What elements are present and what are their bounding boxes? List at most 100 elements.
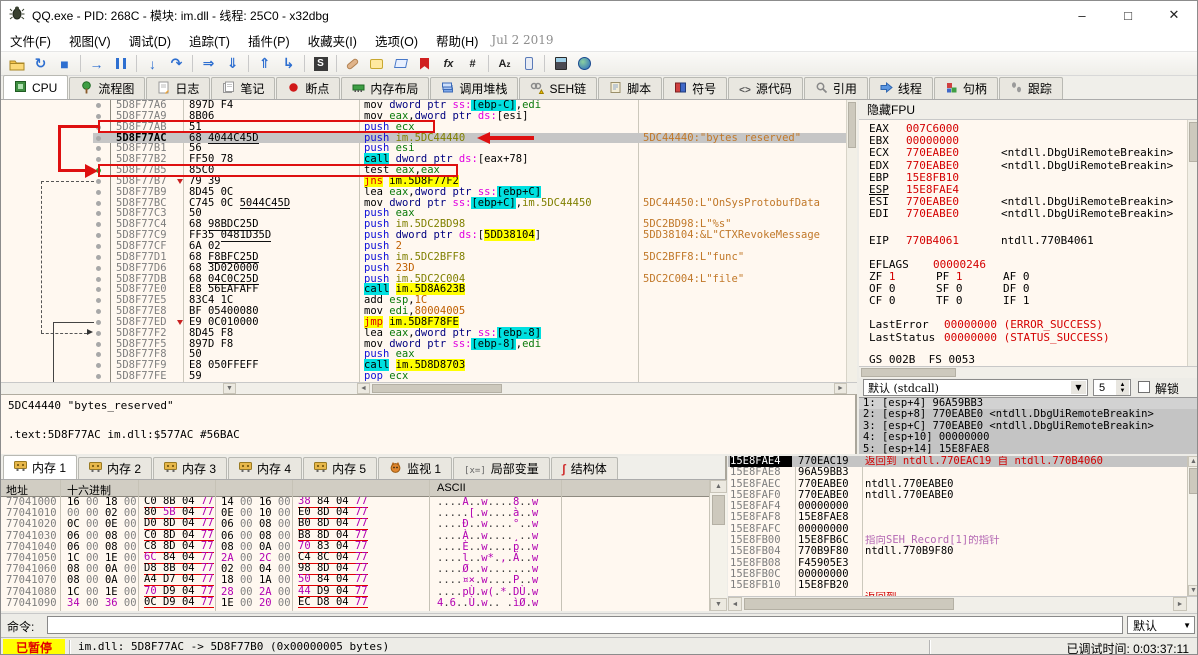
tab-threads[interactable]: 线程 xyxy=(868,77,933,99)
dump-tab-mem[interactable]: 内存 3 xyxy=(153,457,228,479)
row-dot[interactable] xyxy=(96,157,101,163)
toolbar-internet-button[interactable] xyxy=(573,53,596,75)
stack-row[interactable]: 15E8FAFC 00000000 xyxy=(728,523,1187,535)
stack-argument-row[interactable]: 5: [esp+14] 15E8FAE8 xyxy=(859,443,1197,454)
toolbar-run-user-code-button[interactable]: ↳ xyxy=(277,53,300,75)
disassembly-hscrollbar[interactable]: ▼ ◄ ► xyxy=(1,382,857,394)
disassembly-vscrollbar[interactable] xyxy=(846,100,857,382)
row-dot[interactable] xyxy=(96,374,101,380)
menu-item-p[interactable]: 插件(P) xyxy=(239,29,299,52)
stack-row[interactable]: 15E8FB04 770B9F80 ntdll.770B9F80 xyxy=(728,546,1187,558)
toolbar-label-button[interactable] xyxy=(389,53,412,75)
tab-trace[interactable]: 跟踪 xyxy=(998,77,1063,99)
maximize-button[interactable]: □ xyxy=(1105,1,1151,29)
menu-item-o[interactable]: 选项(O) xyxy=(366,29,427,52)
scroll-thumb[interactable] xyxy=(861,368,956,377)
row-dot[interactable] xyxy=(96,298,101,304)
toolbar-bookmark-button[interactable] xyxy=(413,53,436,75)
row-dot[interactable] xyxy=(96,211,101,217)
chevron-down-icon[interactable]: ▼ xyxy=(1071,381,1086,394)
dump-tab-watch[interactable]: 监视 1 xyxy=(378,457,453,479)
row-dot[interactable] xyxy=(96,113,101,119)
stack-row[interactable]: 15E8FAF0 770EABE0 ntdll.770EABE0 xyxy=(728,489,1187,501)
tab-bp[interactable]: 断点 xyxy=(276,77,341,99)
stack-hscrollbar[interactable]: ◄ ► xyxy=(728,596,1197,611)
flag-cell[interactable]: IF 1 xyxy=(1003,295,1070,307)
scroll-up-button[interactable]: ▲ xyxy=(1188,456,1197,467)
command-profile-select[interactable]: 默认 ▼ xyxy=(1127,616,1195,634)
toolbar-attach-button[interactable] xyxy=(517,53,540,75)
row-dot[interactable] xyxy=(96,352,101,358)
scroll-up-button[interactable]: ▲ xyxy=(710,480,727,493)
stack-vscrollbar[interactable]: ▲ ▼ xyxy=(1187,456,1197,596)
scroll-down-button[interactable]: ▼ xyxy=(1188,585,1197,596)
scroll-right-button[interactable]: ► xyxy=(834,383,847,394)
toolbar-run-button[interactable]: → xyxy=(85,53,108,75)
stack-row[interactable]: 15E8FB00 15E8FB6C 指向SEH_Record[1]的指针 xyxy=(728,534,1187,546)
dump-tab-mem[interactable]: 内存 1 xyxy=(3,455,78,479)
menu-item-v[interactable]: 视图(V) xyxy=(60,29,120,52)
hide-fpu-button[interactable]: 隐藏FPU xyxy=(859,100,1197,120)
unlock-checkbox[interactable] xyxy=(1138,381,1150,393)
toolbar-restart-button[interactable]: ↻ xyxy=(29,53,52,75)
toolbar-open-file-button[interactable] xyxy=(5,53,28,75)
toolbar-step-out-button[interactable]: ⇓ xyxy=(221,53,244,75)
scroll-thumb[interactable] xyxy=(1189,122,1197,162)
scroll-thumb[interactable] xyxy=(1189,468,1197,494)
stepper-arrows-icon[interactable]: ▲ ▼ xyxy=(1116,380,1129,395)
row-dot[interactable] xyxy=(96,103,101,108)
row-dot[interactable] xyxy=(96,243,101,249)
row-dot[interactable] xyxy=(96,135,101,141)
toolbar-stop-button[interactable]: ■ xyxy=(53,53,76,75)
stack-row[interactable]: 15E8FAF4 00000000 xyxy=(728,500,1187,512)
tab-script[interactable]: 脚本 xyxy=(598,77,663,99)
tab-memmap[interactable]: 内存布局 xyxy=(341,77,430,99)
dump-tab-mem[interactable]: 内存 5 xyxy=(303,457,378,479)
scroll-right-button[interactable]: ► xyxy=(1173,597,1187,611)
flag-cell[interactable]: TF 0 xyxy=(936,295,1003,307)
row-dot[interactable] xyxy=(96,254,101,260)
toolbar-execute-till-return-button[interactable]: ⇑ xyxy=(253,53,276,75)
tab-graph[interactable]: 流程图 xyxy=(69,77,146,99)
arg-count-stepper[interactable]: 5 ▲ ▼ xyxy=(1093,379,1131,396)
row-dot[interactable] xyxy=(96,189,101,195)
toolbar-calculator-button[interactable] xyxy=(549,53,572,75)
registers-vscrollbar[interactable] xyxy=(1187,120,1197,366)
row-dot[interactable] xyxy=(96,200,101,206)
close-button[interactable]: ✕ xyxy=(1151,1,1197,29)
dump-row[interactable]: 77041090 34 00 36 00 0C D9 04 77 1E 00 20 0… xyxy=(1,596,709,609)
stack-row[interactable]: 15E8FAEC 770EABE0 ntdll.770EABE0 xyxy=(728,478,1187,490)
stack-row[interactable]: 15E8FB08 F45905E3 xyxy=(728,557,1187,569)
tab-refs[interactable]: 引用 xyxy=(803,77,868,99)
dump-vscrollbar[interactable]: ▲ ▼ xyxy=(709,480,727,611)
row-dot[interactable] xyxy=(96,330,101,336)
menu-item-t[interactable]: 追踪(T) xyxy=(180,29,239,52)
registers-hscrollbar[interactable] xyxy=(859,366,1197,378)
register-row[interactable]: CF 0 TF 0 IF 1 xyxy=(869,295,1187,307)
dump-tab-struct[interactable]: ʃ 结构体 xyxy=(550,457,618,479)
toolbar-run-to-user-button[interactable]: ⇒ xyxy=(197,53,220,75)
dump-tab-mem[interactable]: 内存 2 xyxy=(78,457,153,479)
menu-item-d[interactable]: 调试(D) xyxy=(120,29,180,52)
toolbar-function-button[interactable]: fx xyxy=(437,53,460,75)
row-dot[interactable] xyxy=(96,178,101,184)
row-dot[interactable] xyxy=(96,287,101,293)
tab-notes[interactable]: 笔记 xyxy=(211,77,276,99)
row-dot[interactable] xyxy=(96,146,101,152)
command-input[interactable] xyxy=(47,616,1123,634)
scroll-left-button[interactable]: ◄ xyxy=(357,383,370,394)
segment-registers[interactable]: GS 002B FS 0053 xyxy=(869,353,1187,366)
menu-item-h[interactable]: 帮助(H) xyxy=(427,29,487,52)
toolbar-step-into-button[interactable]: ↓ xyxy=(141,53,164,75)
row-dot[interactable] xyxy=(96,319,101,325)
scroll-thumb[interactable] xyxy=(372,384,502,393)
menu-item-i[interactable]: 收藏夹(I) xyxy=(299,29,366,52)
scroll-thumb[interactable] xyxy=(848,102,856,148)
toolbar-scylla-button[interactable]: S xyxy=(309,53,332,75)
dump-tab-locals[interactable]: [x=] 局部变量 xyxy=(453,457,550,479)
stack-row[interactable]: 15E8FAE8 96A59BB3 xyxy=(728,466,1187,478)
toolbar-pause-button[interactable] xyxy=(109,53,132,75)
register-row[interactable]: EIP 770B4061 ntdll.770B4061 xyxy=(869,234,1187,247)
dump-tab-mem[interactable]: 内存 4 xyxy=(228,457,303,479)
flag-cell[interactable]: CF 0 xyxy=(869,295,936,307)
